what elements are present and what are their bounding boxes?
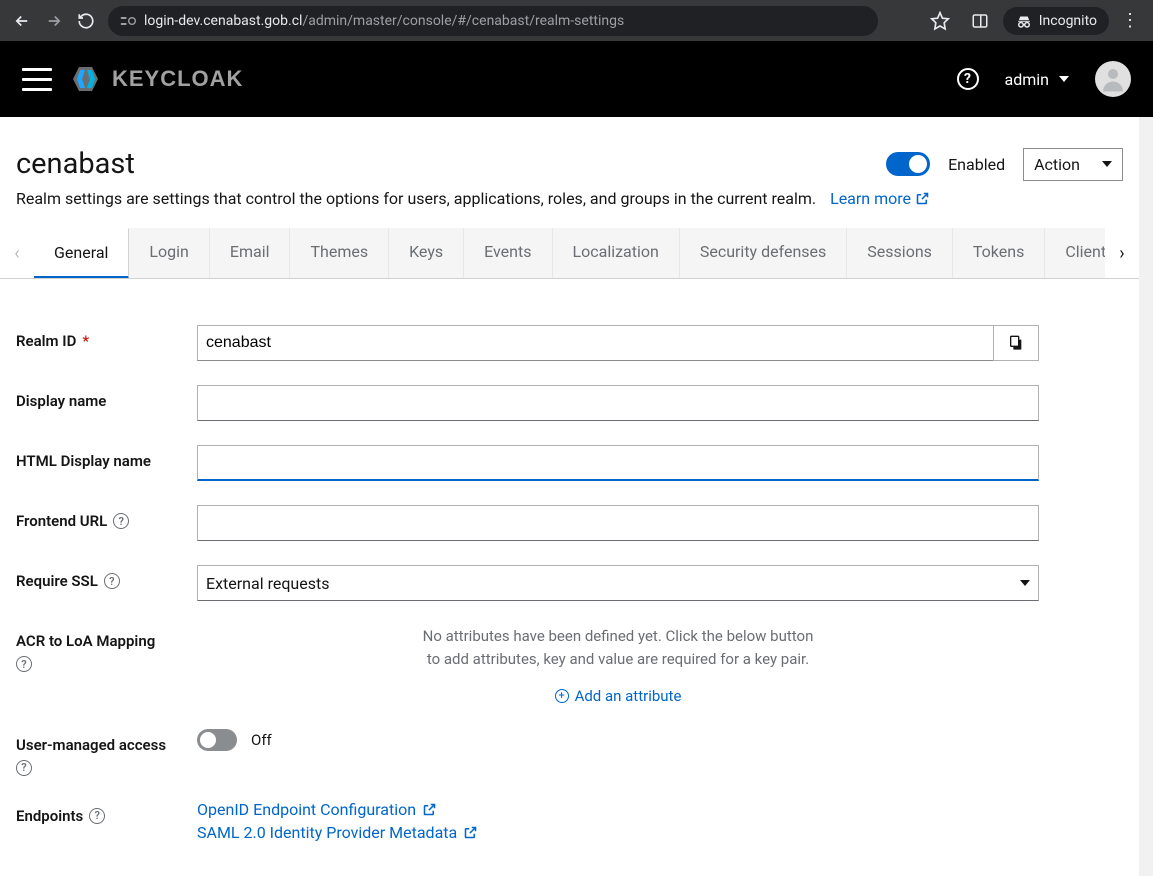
acr-empty-message: No attributes have been defined yet. Cli… bbox=[418, 625, 818, 670]
uma-toggle[interactable] bbox=[197, 729, 237, 751]
star-icon bbox=[930, 11, 950, 31]
help-icon[interactable]: ? bbox=[113, 513, 129, 529]
enabled-label: Enabled bbox=[948, 155, 1005, 174]
help-icon[interactable]: ? bbox=[104, 573, 120, 589]
browser-chrome: login-dev.cenabast.gob.cl/admin/master/c… bbox=[0, 0, 1153, 41]
action-label: Action bbox=[1034, 155, 1080, 174]
chrome-menu-button[interactable]: ⋮ bbox=[1115, 10, 1145, 31]
require-ssl-label: Require SSL bbox=[16, 572, 98, 590]
page-description: Realm settings are settings that control… bbox=[16, 189, 816, 208]
enabled-toggle[interactable] bbox=[886, 152, 930, 176]
app-header: KEYCLOAK ? admin bbox=[0, 41, 1153, 117]
external-link-icon bbox=[463, 825, 478, 840]
tab-email[interactable]: Email bbox=[210, 228, 291, 278]
tab-events[interactable]: Events bbox=[464, 228, 552, 278]
tab-localization[interactable]: Localization bbox=[553, 228, 680, 278]
openid-endpoint-link[interactable]: OpenID Endpoint Configuration bbox=[197, 800, 437, 819]
incognito-label: Incognito bbox=[1039, 13, 1097, 29]
chevron-left-icon: ‹ bbox=[14, 243, 19, 264]
hamburger-icon bbox=[22, 68, 52, 71]
acr-loa-label: ACR to LoA Mapping bbox=[16, 632, 155, 650]
html-display-name-input[interactable] bbox=[197, 445, 1039, 481]
avatar-icon bbox=[1098, 64, 1128, 94]
realm-id-label: Realm ID bbox=[16, 332, 76, 350]
tab-login[interactable]: Login bbox=[129, 228, 209, 278]
keycloak-logo-mark-icon bbox=[70, 65, 108, 93]
caret-down-icon bbox=[1059, 76, 1069, 82]
display-name-label: Display name bbox=[16, 392, 106, 410]
menu-toggle-button[interactable] bbox=[22, 64, 52, 94]
url-bar[interactable]: login-dev.cenabast.gob.cl/admin/master/c… bbox=[108, 6, 878, 36]
incognito-icon bbox=[1015, 12, 1033, 30]
caret-down-icon bbox=[1102, 161, 1112, 167]
external-link-icon bbox=[915, 191, 930, 206]
panel-icon bbox=[971, 12, 989, 30]
html-display-name-label: HTML Display name bbox=[16, 452, 151, 470]
help-icon[interactable]: ? bbox=[16, 760, 32, 776]
question-icon: ? bbox=[964, 71, 971, 87]
avatar[interactable] bbox=[1095, 61, 1131, 97]
site-info-icon bbox=[120, 13, 136, 29]
arrow-left-icon bbox=[13, 12, 31, 30]
incognito-indicator[interactable]: Incognito bbox=[1003, 7, 1109, 35]
tab-themes[interactable]: Themes bbox=[290, 228, 389, 278]
tabs-scroll-left[interactable]: ‹ bbox=[0, 228, 34, 278]
copy-realm-id-button[interactable] bbox=[993, 325, 1039, 361]
keycloak-logo[interactable]: KEYCLOAK bbox=[70, 65, 243, 93]
arrow-right-icon bbox=[45, 12, 63, 30]
plus-circle-icon: + bbox=[555, 689, 569, 703]
learn-more-link[interactable]: Learn more bbox=[830, 189, 930, 208]
tab-sessions[interactable]: Sessions bbox=[847, 228, 953, 278]
tabs: ‹ General Login Email Themes Keys Events… bbox=[0, 228, 1139, 279]
action-dropdown[interactable]: Action bbox=[1023, 148, 1123, 181]
caret-down-icon bbox=[1020, 580, 1030, 586]
page-body: cenabast Enabled Action Realm settings a… bbox=[0, 117, 1153, 876]
bookmark-button[interactable] bbox=[923, 4, 957, 38]
add-attribute-link[interactable]: + Add an attribute bbox=[555, 687, 682, 705]
display-name-input[interactable] bbox=[197, 385, 1039, 421]
url-text: login-dev.cenabast.gob.cl/admin/master/c… bbox=[144, 13, 624, 29]
tab-client-policies[interactable]: Client policies bbox=[1045, 228, 1105, 278]
nav-reload-button[interactable] bbox=[72, 7, 100, 35]
chevron-right-icon: › bbox=[1119, 243, 1124, 264]
nav-back-button[interactable] bbox=[8, 7, 36, 35]
help-icon[interactable]: ? bbox=[16, 656, 32, 672]
page-title: cenabast bbox=[16, 147, 135, 181]
required-marker: * bbox=[82, 332, 89, 350]
tabs-scroll-right[interactable]: › bbox=[1105, 228, 1139, 278]
saml-endpoint-link[interactable]: SAML 2.0 Identity Provider Metadata bbox=[197, 823, 478, 842]
username-label: admin bbox=[1005, 70, 1049, 89]
external-link-icon bbox=[422, 802, 437, 817]
tab-tokens[interactable]: Tokens bbox=[953, 228, 1045, 278]
endpoints-label: Endpoints bbox=[16, 807, 83, 825]
help-button[interactable]: ? bbox=[957, 68, 979, 90]
frontend-url-label: Frontend URL bbox=[16, 512, 107, 530]
tab-security-defenses[interactable]: Security defenses bbox=[680, 228, 847, 278]
kebab-icon: ⋮ bbox=[1121, 10, 1139, 31]
user-menu[interactable]: admin bbox=[1005, 70, 1069, 89]
require-ssl-select[interactable]: External requests bbox=[197, 565, 1039, 601]
uma-off-label: Off bbox=[251, 731, 272, 749]
copy-icon bbox=[1008, 334, 1024, 352]
frontend-url-input[interactable] bbox=[197, 505, 1039, 541]
require-ssl-value: External requests bbox=[206, 574, 329, 593]
panel-button[interactable] bbox=[963, 4, 997, 38]
nav-forward-button[interactable] bbox=[40, 7, 68, 35]
uma-label: User-managed access bbox=[16, 736, 166, 754]
realm-id-input[interactable] bbox=[197, 325, 993, 361]
keycloak-logo-text: KEYCLOAK bbox=[112, 66, 243, 92]
reload-icon bbox=[77, 12, 95, 30]
realm-settings-form: Realm ID * Display name HTML Display nam… bbox=[0, 279, 1139, 854]
tab-general[interactable]: General bbox=[34, 228, 129, 278]
tab-keys[interactable]: Keys bbox=[389, 228, 464, 278]
help-icon[interactable]: ? bbox=[89, 808, 105, 824]
